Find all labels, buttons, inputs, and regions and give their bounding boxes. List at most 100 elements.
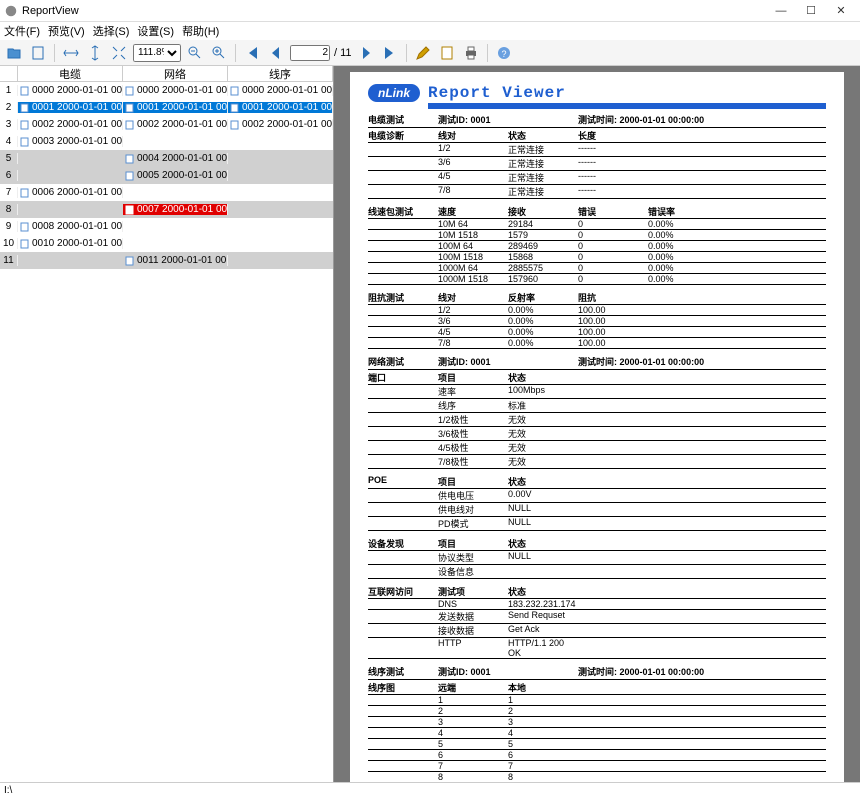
doc-icon <box>230 103 240 113</box>
doc-icon <box>20 222 30 232</box>
sect-net-header: 网络测试 测试ID: 0001 测试时间: 2000-01-01 00:00:0… <box>368 355 826 370</box>
table-row[interactable]: 110011 2000-01-01 00:00:00 <box>0 252 333 269</box>
doc-icon <box>125 120 135 130</box>
app-icon <box>4 4 18 18</box>
list-cell[interactable]: 0004 2000-01-01 00:00:00 <box>123 153 228 164</box>
menubar: 文件(F) 预览(V) 选择(S) 设置(S) 帮助(H) <box>0 22 860 40</box>
preview-pane[interactable]: nLink Report Viewer 电缆测试 测试ID: 0001 测试时间… <box>334 66 860 782</box>
fit-height-icon[interactable] <box>85 43 105 63</box>
main-area: 电缆 网络 线序 10000 2000-01-01 00:00:000000 2… <box>0 66 860 782</box>
fit-page-icon[interactable] <box>109 43 129 63</box>
print-icon[interactable] <box>461 43 481 63</box>
list-cell[interactable]: 0002 2000-01-01 00:00:00 <box>18 119 123 130</box>
close-button[interactable]: ✕ <box>826 4 856 17</box>
table-row[interactable]: 30002 2000-01-01 00:00:000002 2000-01-01… <box>0 116 333 133</box>
menu-select[interactable]: 选择(S) <box>93 23 130 39</box>
window-title: ReportView <box>22 5 766 17</box>
zoom-select[interactable]: 111.8% ▾ <box>133 44 181 62</box>
col-num <box>0 66 18 81</box>
col-cable[interactable]: 电缆 <box>18 66 123 81</box>
minimize-button[interactable]: — <box>766 5 796 17</box>
table-row[interactable]: 60005 2000-01-01 00:00:00 <box>0 167 333 184</box>
list-cell[interactable]: 0011 2000-01-01 00:00:00 <box>123 255 228 266</box>
list-cell[interactable]: 0000 2000-01-01 00:00:00 <box>123 85 228 96</box>
list-cell[interactable]: 0001 2000-01-01 00:00:00 <box>123 102 228 113</box>
menu-preview[interactable]: 预览(V) <box>48 23 85 39</box>
table-row[interactable]: 50004 2000-01-01 00:00:00 <box>0 150 333 167</box>
toolbar-sep <box>406 44 407 62</box>
prev-page-icon[interactable] <box>266 43 286 63</box>
doc-icon <box>20 86 30 96</box>
list-body[interactable]: 10000 2000-01-01 00:00:000000 2000-01-01… <box>0 82 333 782</box>
table-wiremap: 线序图远端本地1122334455667788 <box>368 681 826 782</box>
table-row[interactable]: 90008 2000-01-01 00:00:00 <box>0 218 333 235</box>
table-poe: POE项目状态供电电压0.00V供电线对NULLPD模式NULL <box>368 475 826 531</box>
page-icon[interactable] <box>437 43 457 63</box>
doc-icon <box>230 120 240 130</box>
table-row[interactable]: 40003 2000-01-01 00:00:00 <box>0 133 333 150</box>
zoom-out-icon[interactable] <box>185 43 205 63</box>
table-row[interactable]: 70006 2000-01-01 00:00:00 <box>0 184 333 201</box>
list-cell[interactable]: 0002 2000-01-01 00:00:00 <box>123 119 228 130</box>
list-cell[interactable]: 0002 2000-01-01 00:00:00 <box>228 119 333 130</box>
doc-icon <box>125 86 135 96</box>
page-input[interactable] <box>290 45 330 61</box>
zoom-in-icon[interactable] <box>209 43 229 63</box>
sect-cable-header: 电缆测试 测试ID: 0001 测试时间: 2000-01-01 00:00:0… <box>368 113 826 128</box>
toolbar-sep <box>54 44 55 62</box>
table-impedance: 阻抗测试线对反射率阻抗1/20.00%100.003/60.00%100.004… <box>368 291 826 349</box>
report-page: nLink Report Viewer 电缆测试 测试ID: 0001 测试时间… <box>350 72 844 782</box>
toolbar-sep <box>487 44 488 62</box>
table-port: 端口项目状态速率100Mbps线序标准1/2极性无效3/6极性无效4/5极性无效… <box>368 371 826 469</box>
restore-button[interactable]: ☐ <box>796 4 826 17</box>
help-icon[interactable]: ? <box>494 43 514 63</box>
edit-icon[interactable] <box>413 43 433 63</box>
list-cell[interactable]: 0001 2000-01-01 00:00:00 <box>228 102 333 113</box>
table-row[interactable]: 10000 2000-01-01 00:00:000000 2000-01-01… <box>0 82 333 99</box>
list-cell[interactable]: 0010 2000-01-01 00:00:00 <box>18 238 123 249</box>
statusbar: I:\ <box>0 782 860 798</box>
toolbar-sep <box>235 44 236 62</box>
doc-icon <box>20 120 30 130</box>
svg-text:?: ? <box>501 49 506 59</box>
list-cell[interactable]: 0000 2000-01-01 00:00:00 <box>228 85 333 96</box>
menu-file[interactable]: 文件(F) <box>4 23 40 39</box>
toolbar: 111.8% ▾ / 11 ? <box>0 40 860 66</box>
table-row[interactable]: 100010 2000-01-01 00:00:00 <box>0 235 333 252</box>
table-row[interactable]: 20001 2000-01-01 00:00:000001 2000-01-01… <box>0 99 333 116</box>
doc-icon <box>230 86 240 96</box>
list-cell[interactable]: 0008 2000-01-01 00:00:00 <box>18 221 123 232</box>
doc-icon <box>125 171 135 181</box>
zoom-page-icon[interactable] <box>28 43 48 63</box>
doc-icon <box>125 256 135 266</box>
list-cell[interactable]: 0003 2000-01-01 00:00:00 <box>18 136 123 147</box>
doc-icon <box>125 154 135 164</box>
list-cell[interactable]: 0001 2000-01-01 00:00:00 <box>18 102 123 113</box>
last-page-icon[interactable] <box>380 43 400 63</box>
next-page-icon[interactable] <box>356 43 376 63</box>
list-cell[interactable]: 0005 2000-01-01 00:00:00 <box>123 170 228 181</box>
open-icon[interactable] <box>4 43 24 63</box>
table-device: 设备发现项目状态协议类型NULL设备信息 <box>368 537 826 579</box>
list-header: 电缆 网络 线序 <box>0 66 333 82</box>
status-path: I:\ <box>4 785 12 796</box>
list-cell[interactable]: 0007 2000-01-01 00:00:00 <box>123 204 228 215</box>
logo-title: Report Viewer <box>428 84 566 102</box>
col-wiremap[interactable]: 线序 <box>228 66 333 81</box>
first-page-icon[interactable] <box>242 43 262 63</box>
sect-wire-header: 线序测试 测试ID: 0001 测试时间: 2000-01-01 00:00:0… <box>368 665 826 680</box>
doc-icon <box>20 137 30 147</box>
col-network[interactable]: 网络 <box>123 66 228 81</box>
table-row[interactable]: 80007 2000-01-01 00:00:00 <box>0 201 333 218</box>
table-internet: 互联网访问测试项状态DNS183.232.231.174发送数据Send Req… <box>368 585 826 659</box>
list-cell[interactable]: 0000 2000-01-01 00:00:00 <box>18 85 123 96</box>
doc-icon <box>125 205 135 215</box>
menu-help[interactable]: 帮助(H) <box>182 23 219 39</box>
doc-icon <box>125 103 135 113</box>
table-speed: 线速包测试速度接收错误错误率10M 642918400.00%10M 15181… <box>368 205 826 285</box>
fit-width-icon[interactable] <box>61 43 81 63</box>
record-list-pane: 电缆 网络 线序 10000 2000-01-01 00:00:000000 2… <box>0 66 334 782</box>
menu-settings[interactable]: 设置(S) <box>137 23 174 39</box>
doc-icon <box>20 239 30 249</box>
list-cell[interactable]: 0006 2000-01-01 00:00:00 <box>18 187 123 198</box>
